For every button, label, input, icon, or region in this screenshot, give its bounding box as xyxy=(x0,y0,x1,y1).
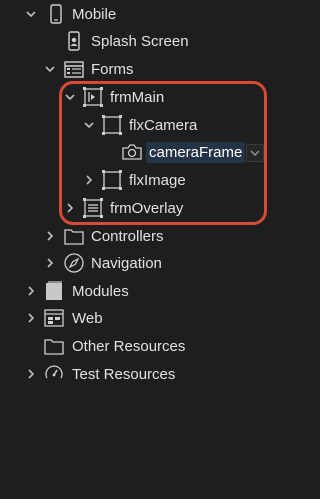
splash-screen-icon xyxy=(68,31,80,51)
chevron-down-icon xyxy=(250,150,260,156)
tree-item-label: Web xyxy=(72,310,103,327)
camera-icon xyxy=(122,144,142,160)
modules-icon xyxy=(46,281,62,300)
tree-item-other-resources[interactable]: Other Resources xyxy=(0,333,319,360)
tree-item-label: Splash Screen xyxy=(91,33,189,50)
tree-item-label: Test Resources xyxy=(72,366,176,383)
chevron-down-icon[interactable] xyxy=(24,7,38,21)
tree-item-label: frmOverlay xyxy=(110,200,184,217)
tree-item-label: Other Resources xyxy=(72,338,186,355)
forms-icon xyxy=(64,61,84,78)
tree-item-frm-overlay[interactable]: frmOverlay xyxy=(0,195,319,222)
flex-container-icon xyxy=(102,115,122,135)
tree-item-test-resources[interactable]: Test Resources xyxy=(0,361,319,388)
chevron-right-icon[interactable] xyxy=(82,173,96,187)
chevron-down-icon[interactable] xyxy=(82,118,96,132)
overlay-form-icon xyxy=(83,198,103,218)
chevron-right-icon[interactable] xyxy=(63,201,77,215)
folder-icon xyxy=(64,229,84,245)
tree-item-web[interactable]: Web xyxy=(0,305,319,332)
chevron-right-icon[interactable] xyxy=(43,256,57,270)
gauge-icon xyxy=(45,365,63,379)
tree-item-flx-image[interactable]: flxImage xyxy=(0,167,319,194)
tree-item-navigation[interactable]: Navigation xyxy=(0,250,319,277)
flex-container-icon xyxy=(102,170,122,190)
item-menu-dropdown[interactable] xyxy=(246,144,264,162)
tree-item-controllers[interactable]: Controllers xyxy=(0,223,319,250)
chevron-right-icon[interactable] xyxy=(24,284,38,298)
mobile-device-icon xyxy=(50,4,62,24)
tree-item-camera-frame[interactable]: cameraFrame xyxy=(0,139,319,166)
tree-item-label: flxImage xyxy=(129,172,186,189)
compass-icon xyxy=(64,253,84,273)
tree-item-label-selected[interactable]: cameraFrame xyxy=(146,142,246,163)
tree-item-forms[interactable]: Forms xyxy=(0,56,319,83)
tree-item-frm-main[interactable]: frmMain xyxy=(0,84,319,111)
tree-item-flx-camera[interactable]: flxCamera xyxy=(0,112,319,139)
tree-item-label: flxCamera xyxy=(129,117,198,134)
chevron-right-icon[interactable] xyxy=(24,367,38,381)
form-icon xyxy=(83,87,103,107)
tree-item-label: Controllers xyxy=(91,228,164,245)
tree-item-label: frmMain xyxy=(110,89,165,106)
chevron-right-icon[interactable] xyxy=(43,229,57,243)
chevron-right-icon[interactable] xyxy=(24,311,38,325)
web-icon xyxy=(44,309,64,327)
folder-icon xyxy=(44,339,64,355)
tree-item-label: Mobile xyxy=(72,6,117,23)
tree-item-mobile[interactable]: Mobile xyxy=(0,1,319,28)
chevron-down-icon[interactable] xyxy=(43,62,57,76)
tree-item-label: Modules xyxy=(72,283,129,300)
tree-item-splash-screen[interactable]: Splash Screen xyxy=(0,28,319,55)
chevron-down-icon[interactable] xyxy=(63,90,77,104)
tree-item-label: Forms xyxy=(91,61,134,78)
tree-item-modules[interactable]: Modules xyxy=(0,278,319,305)
tree-item-label: Navigation xyxy=(91,255,162,272)
